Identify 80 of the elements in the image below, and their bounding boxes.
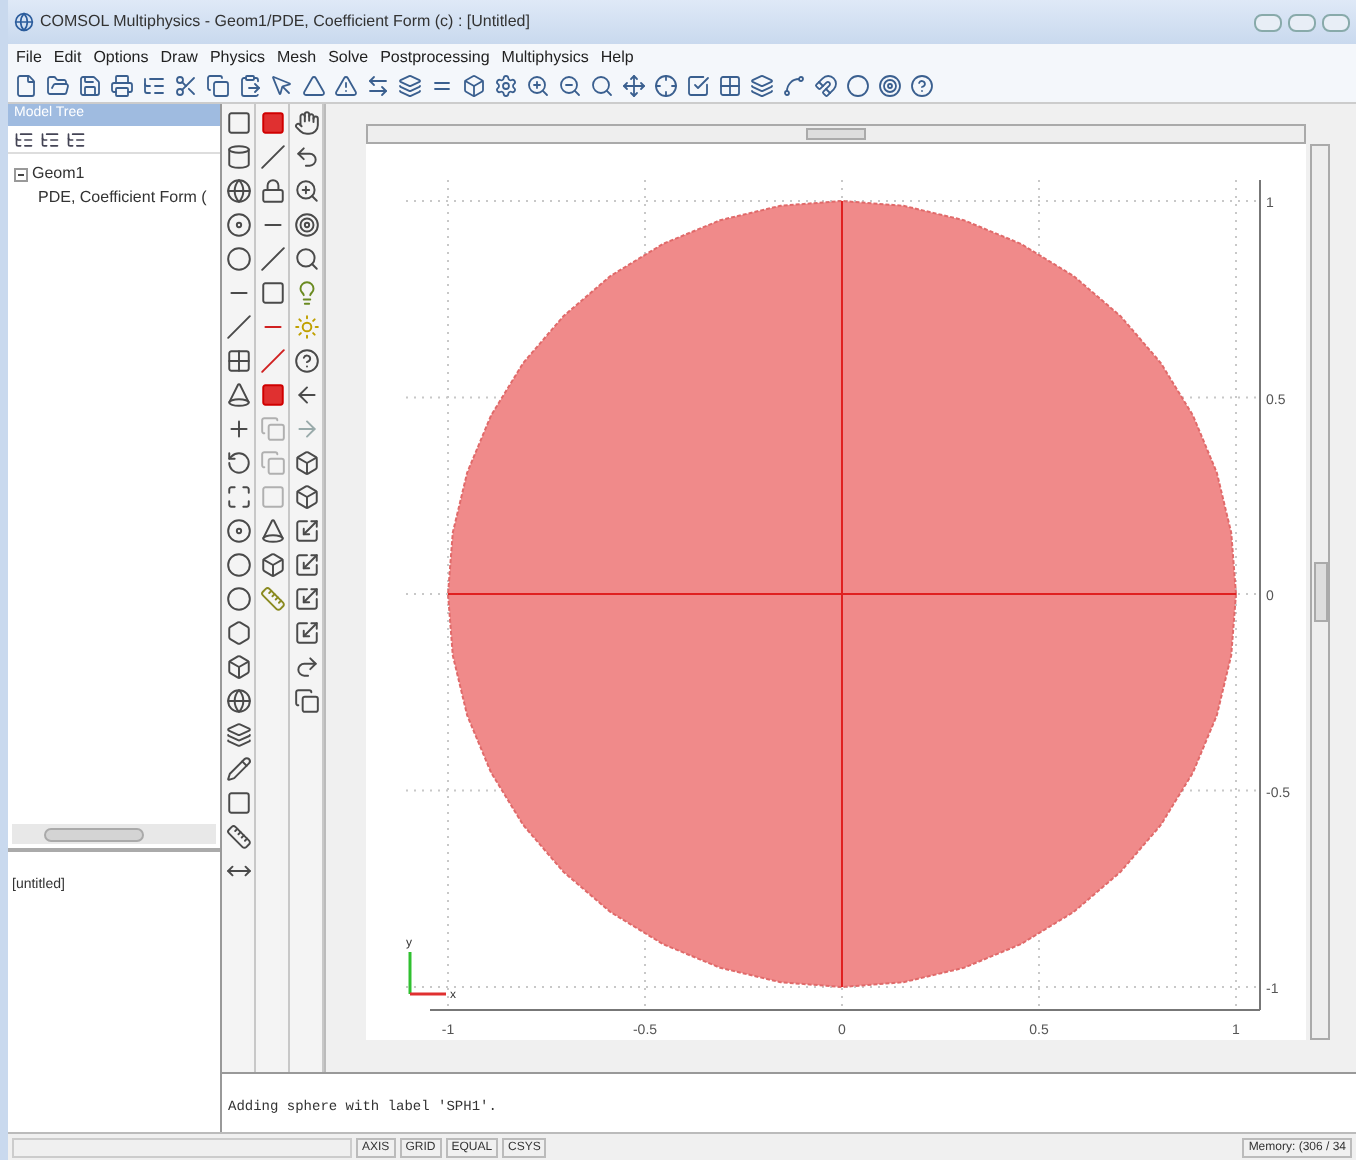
cone-icon[interactable] <box>225 382 251 408</box>
rectangle-icon[interactable] <box>225 110 251 136</box>
ruler-icon[interactable] <box>225 824 251 850</box>
ring-icon[interactable] <box>225 246 251 272</box>
tree-item[interactable]: Geom1 <box>32 162 85 186</box>
move-icon[interactable] <box>622 74 646 98</box>
menu-item[interactable]: Edit <box>53 45 82 69</box>
new-file-icon[interactable] <box>14 74 38 98</box>
menu-item[interactable]: Multiphysics <box>501 45 589 69</box>
redo-icon[interactable] <box>293 654 319 680</box>
query-icon[interactable] <box>293 348 319 374</box>
filled-square-icon[interactable] <box>259 382 285 408</box>
paste-icon[interactable] <box>238 74 262 98</box>
app-icon <box>14 12 34 32</box>
expander-icon[interactable] <box>14 167 28 181</box>
diagonal-icon[interactable] <box>259 348 285 374</box>
scroll-thumb[interactable] <box>44 827 144 841</box>
line-icon[interactable] <box>225 314 251 340</box>
block-icon[interactable] <box>225 654 251 680</box>
tree-view-icon[interactable] <box>66 129 86 149</box>
arrows-icon[interactable] <box>366 74 390 98</box>
cylinder-icon[interactable] <box>225 144 251 170</box>
magnet-icon[interactable] <box>814 74 838 98</box>
back-icon[interactable] <box>293 382 319 408</box>
copy-icon[interactable] <box>206 74 230 98</box>
search-icon[interactable] <box>590 74 614 98</box>
cube-icon[interactable] <box>259 552 285 578</box>
magnifier-icon[interactable] <box>293 246 319 272</box>
checkbox-icon[interactable] <box>686 74 710 98</box>
hexagon-icon[interactable] <box>225 620 251 646</box>
scroll-thumb[interactable] <box>806 128 866 140</box>
undo-icon[interactable] <box>293 144 319 170</box>
zoom-in-icon[interactable] <box>526 74 550 98</box>
coordinate-triad-drawing <box>408 952 446 996</box>
circle-icon[interactable] <box>846 74 870 98</box>
menu-item[interactable]: Mesh <box>277 45 317 69</box>
zoom-out-icon[interactable] <box>558 74 582 98</box>
crosshair-icon[interactable] <box>654 74 678 98</box>
tree-item[interactable]: PDE, Coefficient Form ( <box>38 186 207 210</box>
folder-icon[interactable] <box>46 74 70 98</box>
layers-icon[interactable] <box>398 74 422 98</box>
menu-item[interactable]: Options <box>93 45 149 69</box>
print-icon[interactable] <box>110 74 134 98</box>
lock-icon[interactable] <box>259 178 285 204</box>
window-title: COMSOL Multiphysics - Geom1/PDE, Coefficient Form (c) : [Untitled] <box>40 10 532 34</box>
pointer-icon[interactable] <box>270 74 294 98</box>
curve-icon[interactable] <box>782 74 806 98</box>
zoom-icon[interactable] <box>293 178 319 204</box>
grid-icon[interactable] <box>718 74 742 98</box>
menu-item[interactable]: Physics <box>209 45 265 69</box>
triangle-icon[interactable] <box>302 74 326 98</box>
save-icon[interactable] <box>78 74 102 98</box>
vertical-scrollbar[interactable] <box>1310 144 1330 1040</box>
tree-view-icon[interactable] <box>14 129 34 149</box>
square-icon[interactable] <box>259 280 285 306</box>
stack-icon[interactable] <box>750 74 774 98</box>
target-icon[interactable] <box>878 74 902 98</box>
horizontal-scrollbar[interactable] <box>366 124 1306 144</box>
rotate-icon[interactable] <box>225 450 251 476</box>
menu-item[interactable]: File <box>16 45 42 69</box>
select-icon[interactable] <box>259 110 285 136</box>
box-icon[interactable] <box>462 74 486 98</box>
menu-item[interactable]: Help <box>600 45 634 69</box>
scroll-thumb[interactable] <box>1313 562 1327 622</box>
sphere-icon[interactable] <box>225 178 251 204</box>
gear-icon[interactable] <box>494 74 518 98</box>
pencil-icon[interactable] <box>225 756 251 782</box>
edge-icon[interactable] <box>259 246 285 272</box>
cut-icon[interactable] <box>174 74 198 98</box>
horizontal-scrollbar[interactable] <box>12 824 216 844</box>
menu-item[interactable]: Draw <box>160 45 198 69</box>
grid-icon[interactable] <box>225 348 251 374</box>
plus-icon[interactable] <box>225 416 251 442</box>
line-icon[interactable] <box>259 144 285 170</box>
tree-icon[interactable] <box>142 74 166 98</box>
tree-view-icon[interactable] <box>40 129 60 149</box>
menu-item[interactable]: Postprocessing <box>380 45 490 69</box>
hand-icon[interactable] <box>293 110 319 136</box>
help-icon[interactable] <box>910 74 934 98</box>
menu-item[interactable]: Solve <box>328 45 369 69</box>
